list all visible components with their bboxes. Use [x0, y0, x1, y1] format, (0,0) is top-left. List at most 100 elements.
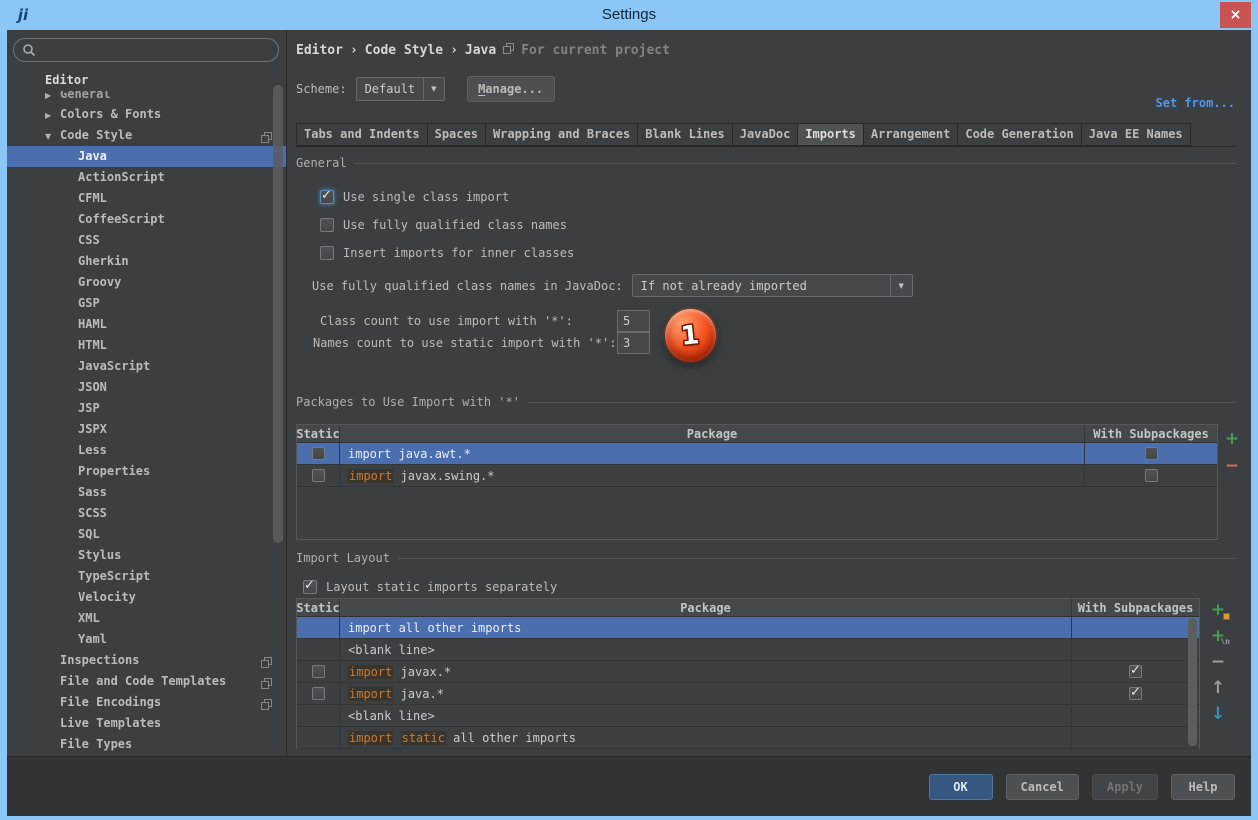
table-row[interactable]: <blank line> [297, 705, 1199, 727]
table-row[interactable]: import static all other imports [297, 727, 1199, 749]
apply-button[interactable]: Apply [1092, 774, 1158, 800]
add-package-button[interactable]: + [1209, 601, 1227, 619]
sidebar-item-code-style[interactable]: ▼Code Style [7, 125, 286, 146]
sidebar-item-html[interactable]: HTML [7, 335, 286, 356]
sidebar-item-label: SCSS [78, 506, 107, 520]
static-checkbox[interactable] [312, 469, 325, 482]
sidebar-item-editor[interactable]: Editor [7, 70, 286, 91]
breadcrumb-separator: › [450, 43, 458, 58]
move-up-button[interactable]: ↑ [1209, 679, 1227, 697]
table-row[interactable]: import java.awt.* [297, 443, 1217, 465]
sidebar-item-xml[interactable]: XML [7, 608, 286, 629]
static-checkbox[interactable] [312, 687, 325, 700]
column-header-subpackages: With Subpackages [1072, 599, 1199, 616]
sidebar-item-groovy[interactable]: Groovy [7, 272, 286, 293]
sidebar-item-general[interactable]: ▶General [7, 91, 286, 104]
subpackages-checkbox[interactable] [1145, 469, 1158, 482]
subpackages-checkbox[interactable] [1129, 687, 1142, 700]
ok-button[interactable]: OK [929, 774, 993, 800]
sidebar-item-file-types[interactable]: File Types [7, 734, 286, 755]
sidebar-item-stylus[interactable]: Stylus [7, 545, 286, 566]
tab-blank-lines[interactable]: Blank Lines [637, 123, 732, 146]
sidebar-item-haml[interactable]: HAML [7, 314, 286, 335]
sidebar-item-sql[interactable]: SQL [7, 524, 286, 545]
sidebar-item-coffeescript[interactable]: CoffeeScript [7, 209, 286, 230]
sidebar-item-java[interactable]: Java [7, 146, 286, 167]
sidebar-item-jspx[interactable]: JSPX [7, 419, 286, 440]
sidebar-item-file-and-code-templates[interactable]: File and Code Templates [7, 671, 286, 692]
sidebar-item-json[interactable]: JSON [7, 377, 286, 398]
sidebar-item-less[interactable]: Less [7, 440, 286, 461]
javadoc-fqn-label: Use fully qualified class names in JavaD… [312, 279, 623, 293]
sidebar-item-gherkin[interactable]: Gherkin [7, 251, 286, 272]
tab-spaces[interactable]: Spaces [427, 123, 486, 146]
checkbox-use-fully-qualified-class-names[interactable] [320, 218, 334, 232]
static-checkbox[interactable] [312, 665, 325, 678]
search-box[interactable] [13, 38, 279, 62]
sidebar-item-yaml[interactable]: Yaml [7, 629, 286, 650]
checkbox-insert-imports-for-inner-classes[interactable] [320, 246, 334, 260]
import-layout-table-scrollbar[interactable] [1188, 618, 1197, 746]
sidebar-item-typescript[interactable]: TypeScript [7, 566, 286, 587]
add-button[interactable]: + [1223, 430, 1241, 448]
subpackages-checkbox[interactable] [1145, 447, 1158, 460]
sidebar-item-label: Stylus [78, 548, 121, 562]
sidebar-item-properties[interactable]: Properties [7, 461, 286, 482]
close-button[interactable]: × [1220, 2, 1251, 28]
subpackages-cell [1072, 661, 1199, 682]
chevron-expanded-icon: ▼ [45, 126, 60, 147]
javadoc-fqn-select[interactable]: If not already imported ▼ [632, 274, 913, 297]
search-input[interactable] [41, 43, 278, 57]
breadcrumb-item-editor: Editor [296, 43, 343, 58]
sidebar-item-sass[interactable]: Sass [7, 482, 286, 503]
checkbox-layout-static-imports-separately[interactable] [303, 580, 317, 594]
subpackages-checkbox[interactable] [1129, 665, 1142, 678]
names-count-input[interactable] [617, 332, 650, 354]
import-layout-table: StaticPackageWith Subpackagesimport all … [296, 598, 1200, 749]
table-header: StaticPackageWith Subpackages [297, 599, 1199, 617]
sidebar-item-cfml[interactable]: CFML [7, 188, 286, 209]
sidebar-item-jsp[interactable]: JSP [7, 398, 286, 419]
help-button[interactable]: Help [1171, 774, 1235, 800]
sidebar-item-label: SQL [78, 527, 100, 541]
static-checkbox[interactable] [312, 447, 325, 460]
class-count-input[interactable] [617, 310, 650, 332]
subpackages-cell [1072, 639, 1199, 660]
tab-imports[interactable]: Imports [797, 123, 864, 146]
sidebar-item-live-templates[interactable]: Live Templates [7, 713, 286, 734]
sidebar-item-file-encodings[interactable]: File Encodings [7, 692, 286, 713]
remove-button[interactable]: − [1223, 457, 1241, 475]
sidebar-item-actionscript[interactable]: ActionScript [7, 167, 286, 188]
chevron-down-icon: ▼ [423, 78, 443, 100]
manage-button[interactable]: Manage... [467, 76, 555, 102]
table-row[interactable]: <blank line> [297, 639, 1199, 661]
table-row[interactable]: import all other imports [297, 617, 1199, 639]
sidebar-scrollbar[interactable] [273, 85, 283, 543]
sidebar-item-gsp[interactable]: GSP [7, 293, 286, 314]
set-from-link[interactable]: Set from... [1156, 96, 1235, 110]
cancel-button[interactable]: Cancel [1006, 774, 1079, 800]
checkbox-use-single-class-import[interactable] [320, 190, 334, 204]
sidebar-item-inspections[interactable]: Inspections [7, 650, 286, 671]
checkbox-row-insert-imports-for-inner-classes: Insert imports for inner classes [320, 244, 574, 261]
tab-java-ee-names[interactable]: Java EE Names [1081, 123, 1191, 146]
table-row[interactable]: import java.* [297, 683, 1199, 705]
table-row[interactable]: import javax.swing.* [297, 465, 1217, 487]
sidebar-item-scss[interactable]: SCSS [7, 503, 286, 524]
move-down-button[interactable]: ↓ [1209, 705, 1227, 723]
sidebar-item-css[interactable]: CSS [7, 230, 286, 251]
tab-code-generation[interactable]: Code Generation [957, 123, 1081, 146]
tab-javadoc[interactable]: JavaDoc [732, 123, 799, 146]
sidebar-item-colors-fonts[interactable]: ▶Colors & Fonts [7, 104, 286, 125]
add-blank-line-button[interactable]: +\n [1209, 627, 1227, 645]
tab-tabs-and-indents[interactable]: Tabs and Indents [296, 123, 428, 146]
package-token: javax.* [393, 665, 451, 679]
table-row[interactable]: import javax.* [297, 661, 1199, 683]
tab-wrapping-and-braces[interactable]: Wrapping and Braces [485, 123, 638, 146]
package-cell: import static all other imports [340, 727, 1072, 748]
scheme-select[interactable]: Default ▼ [356, 77, 445, 101]
sidebar-item-javascript[interactable]: JavaScript [7, 356, 286, 377]
tab-arrangement[interactable]: Arrangement [863, 123, 958, 146]
remove-button[interactable]: − [1209, 653, 1227, 671]
sidebar-item-velocity[interactable]: Velocity [7, 587, 286, 608]
